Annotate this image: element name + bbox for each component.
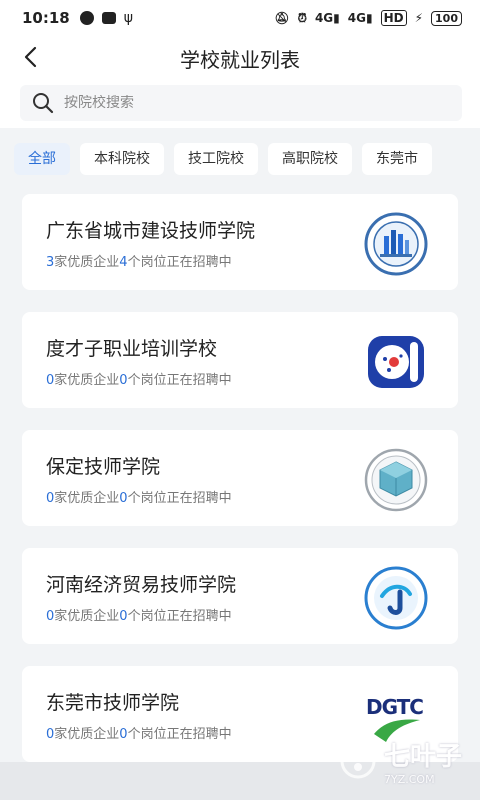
search-section xyxy=(0,78,480,128)
position-count: 0 xyxy=(119,491,128,506)
battery-icon: 100 xyxy=(431,10,462,26)
leaf-logo-icon xyxy=(340,743,376,779)
school-card[interactable]: 河南经济贸易技师学院 0家优质企业0个岗位正在招聘中 xyxy=(22,548,458,644)
watermark-text: 七叶子 xyxy=(383,742,462,772)
position-count: 0 xyxy=(119,373,128,388)
svg-text:DGTC: DGTC xyxy=(366,695,423,719)
tab-technical[interactable]: 技工院校 xyxy=(174,143,258,175)
school-name: 河南经济贸易技师学院 xyxy=(46,574,237,596)
school-stats: 0家优质企业0个岗位正在招聘中 xyxy=(46,373,232,388)
school-name: 东莞市技师学院 xyxy=(46,692,180,714)
school-stats: 0家优质企业0个岗位正在招聘中 xyxy=(46,491,232,506)
school-name: 保定技师学院 xyxy=(46,456,161,478)
school-name: 度才子职业培训学校 xyxy=(46,338,218,360)
school-stats: 0家优质企业0个岗位正在招聘中 xyxy=(46,727,232,742)
charging-icon: ⚡ xyxy=(414,11,424,25)
status-time: 10:18 xyxy=(22,9,70,27)
tab-all[interactable]: 全部 xyxy=(14,143,70,175)
search-bar[interactable] xyxy=(20,85,462,121)
usb-icon: ψ xyxy=(123,10,133,26)
position-count: 0 xyxy=(119,727,128,742)
alarm-icon: ⏰︎ xyxy=(297,10,307,25)
mute-icon: 🔕︎ xyxy=(274,11,290,25)
watermark: 七叶子 7YZ.COM xyxy=(338,736,462,786)
category-tabs: 全部 本科院校 技工院校 高职院校 东莞市 xyxy=(0,138,480,180)
chat-notification-icon xyxy=(79,11,94,25)
search-input[interactable] xyxy=(64,95,424,111)
status-bar: 10:18 ψ 🔕︎ ⏰︎ 4G▮ 4G▮ HD ⚡ 100 xyxy=(0,0,480,36)
tab-undergraduate[interactable]: 本科院校 xyxy=(80,143,164,175)
signal-2-icon: 4G▮ xyxy=(347,11,373,25)
watermark-sub: 7YZ.COM xyxy=(383,773,435,786)
school-stats: 0家优质企业0个岗位正在招聘中 xyxy=(46,609,232,624)
school-stats: 3家优质企业4个岗位正在招聘中 xyxy=(46,255,232,270)
page-title: 学校就业列表 xyxy=(180,48,300,72)
school-card[interactable]: 保定技师学院 0家优质企业0个岗位正在招聘中 xyxy=(22,430,458,526)
position-count: 4 xyxy=(119,255,128,270)
tab-dongguan[interactable]: 东莞市 xyxy=(362,143,432,175)
tab-vocational[interactable]: 高职院校 xyxy=(268,143,352,175)
app-notification-icon xyxy=(101,12,116,24)
school-name: 广东省城市建设技师学院 xyxy=(46,220,256,242)
app-header: 学校就业列表 xyxy=(0,36,480,78)
school-card[interactable]: 广东省城市建设技师学院 3家优质企业4个岗位正在招聘中 xyxy=(22,194,458,290)
school-logo xyxy=(364,448,428,512)
school-logo xyxy=(364,212,428,276)
hd-icon: HD xyxy=(380,10,407,26)
signal-1-icon: 4G▮ xyxy=(314,11,340,25)
school-card[interactable]: 度才子职业培训学校 0家优质企业0个岗位正在招聘中 xyxy=(22,312,458,408)
school-logo xyxy=(364,566,428,630)
search-icon xyxy=(33,93,54,114)
school-logo xyxy=(368,336,424,388)
position-count: 0 xyxy=(119,609,128,624)
